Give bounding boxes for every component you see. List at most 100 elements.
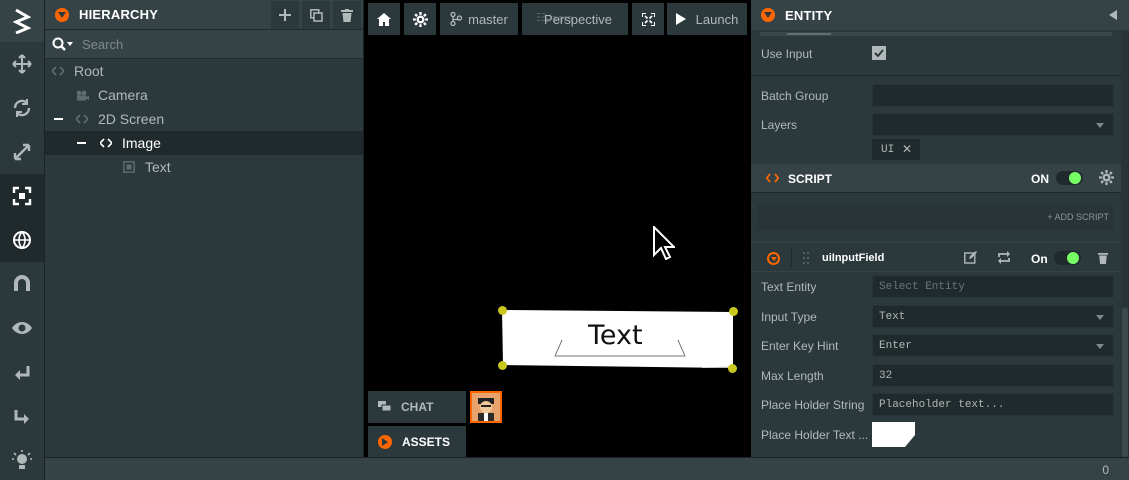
lightmapper-bulb-icon[interactable] xyxy=(0,438,44,480)
translate-tool-icon[interactable] xyxy=(0,42,44,86)
script-item-header: uiInputField On xyxy=(751,242,1121,272)
camera-dropdown[interactable]: ☷ Users Perspective xyxy=(522,3,628,35)
checkmark-icon xyxy=(874,49,884,57)
script-enabled-label: ON xyxy=(1031,172,1049,186)
gear-icon[interactable] xyxy=(1099,170,1114,185)
input-type-select[interactable]: Text xyxy=(872,305,1114,328)
add-script-field[interactable]: + ADD SCRIPT xyxy=(757,205,1114,230)
assets-tab[interactable]: ASSETS xyxy=(368,426,466,457)
resize-handle-bottom-right[interactable] xyxy=(728,364,737,373)
tree-item-image[interactable]: Image xyxy=(45,131,363,155)
mouse-cursor-icon xyxy=(653,226,675,260)
enter-key-hint-select[interactable]: Enter xyxy=(872,334,1114,357)
focus-eye-icon[interactable] xyxy=(0,306,44,350)
entity-title: ENTITY xyxy=(785,7,833,23)
resize-element-tool-icon[interactable] xyxy=(0,174,44,218)
home-button[interactable] xyxy=(368,3,400,35)
assets-caret-icon xyxy=(378,434,392,449)
use-input-label: Use Input xyxy=(761,47,813,61)
redo-icon[interactable] xyxy=(0,394,44,438)
layers-label: Layers xyxy=(761,118,798,132)
tree-item-label: Camera xyxy=(98,87,148,103)
script-enabled-toggle[interactable] xyxy=(1056,171,1083,185)
gear-icon xyxy=(412,11,428,27)
collapse-minus-icon[interactable] xyxy=(77,142,86,144)
entity-header: ENTITY xyxy=(751,0,1129,30)
tree-item-camera[interactable]: Camera xyxy=(45,83,363,107)
text-element-content: Text xyxy=(588,320,643,351)
hierarchy-search[interactable]: Search xyxy=(45,30,363,59)
tree-item-root[interactable]: Root xyxy=(45,59,363,83)
placeholder-text-color-label: Place Holder Text ... xyxy=(761,428,869,442)
user-avatar[interactable] xyxy=(470,391,502,423)
entity-panel: ENTITY Use Input Batch Group Layers UI ✕… xyxy=(751,0,1129,457)
tree-item-2d-screen[interactable]: 2D Screen xyxy=(45,107,363,131)
max-length-input[interactable]: 32 xyxy=(872,364,1114,387)
placeholder-string-value: Placeholder text... xyxy=(879,398,1005,411)
edit-script-icon[interactable] xyxy=(964,251,977,264)
input-type-value: Text xyxy=(879,310,906,323)
playcanvas-logo[interactable] xyxy=(0,0,44,42)
divider-line xyxy=(791,249,792,267)
tree-item-label: 2D Screen xyxy=(98,111,165,127)
add-script-button[interactable]: + ADD SCRIPT xyxy=(1047,212,1109,222)
reload-script-icon[interactable] xyxy=(997,251,1011,264)
resize-handle-top-right[interactable] xyxy=(729,307,738,316)
text-entity-picker[interactable]: Select Entity xyxy=(872,275,1114,298)
script-section-title: SCRIPT xyxy=(788,172,833,186)
undo-icon[interactable] xyxy=(0,350,44,394)
branch-label: master xyxy=(468,11,508,27)
enter-key-hint-value: Enter xyxy=(879,339,913,352)
element-icon xyxy=(122,160,136,174)
chevron-down-icon xyxy=(1096,344,1104,349)
branch-button[interactable]: master xyxy=(440,3,518,35)
home-icon xyxy=(377,12,391,26)
text-entity-label: Text Entity xyxy=(761,280,817,294)
delete-entity-button[interactable] xyxy=(333,1,361,29)
selected-text-element[interactable]: Text xyxy=(502,310,734,368)
launch-button[interactable]: Launch xyxy=(667,3,747,35)
script-section-header: SCRIPT ON xyxy=(751,164,1121,192)
chat-tab-label: CHAT xyxy=(401,400,434,414)
resize-handle-top-left[interactable] xyxy=(498,306,507,315)
collapse-caret-icon[interactable] xyxy=(55,7,69,22)
expand-script-icon[interactable] xyxy=(767,252,780,265)
duplicate-entity-button[interactable] xyxy=(302,1,330,29)
world-space-icon[interactable] xyxy=(0,218,44,262)
snap-magnet-icon[interactable] xyxy=(0,262,44,306)
tree-item-label: Image xyxy=(122,135,161,151)
search-input[interactable]: Search xyxy=(82,37,123,52)
chevron-down-icon xyxy=(1096,123,1104,128)
placeholder-text-color-swatch[interactable] xyxy=(872,422,915,447)
use-input-checkbox[interactable] xyxy=(872,46,886,60)
remove-tag-icon[interactable]: ✕ xyxy=(902,142,912,157)
rotate-tool-icon[interactable] xyxy=(0,86,44,130)
expand-icon xyxy=(641,12,655,26)
placeholder-string-input[interactable]: Placeholder text... xyxy=(872,393,1114,416)
fullscreen-button[interactable] xyxy=(632,3,664,35)
drag-handle-icon[interactable] xyxy=(803,252,809,264)
scale-tool-icon[interactable] xyxy=(0,130,44,174)
collapse-panel-icon[interactable] xyxy=(1109,10,1117,20)
inspector-scrollbar[interactable] xyxy=(1121,30,1129,457)
layer-tag-label: UI xyxy=(881,143,895,156)
add-entity-button[interactable] xyxy=(271,1,299,29)
resize-handle-bottom-left[interactable] xyxy=(498,361,507,370)
tree-item-text[interactable]: Text xyxy=(45,155,363,179)
collapse-minus-icon[interactable] xyxy=(54,118,63,120)
chat-tab[interactable]: CHAT xyxy=(368,391,466,423)
max-length-value: 32 xyxy=(879,369,893,382)
chat-icon xyxy=(378,401,391,412)
max-length-label: Max Length xyxy=(761,369,824,383)
assets-tab-label: ASSETS xyxy=(402,434,451,449)
delete-script-icon[interactable] xyxy=(1098,252,1108,264)
component-divider-highlight xyxy=(787,33,831,35)
camera-icon xyxy=(75,88,89,102)
viewport[interactable] xyxy=(364,0,751,457)
batch-group-select[interactable] xyxy=(872,84,1114,107)
collapse-caret-icon[interactable] xyxy=(761,8,775,22)
script-item-toggle[interactable] xyxy=(1054,251,1081,265)
settings-button[interactable] xyxy=(404,3,436,35)
chevron-down-icon xyxy=(1096,315,1104,320)
layers-select[interactable] xyxy=(872,113,1114,136)
